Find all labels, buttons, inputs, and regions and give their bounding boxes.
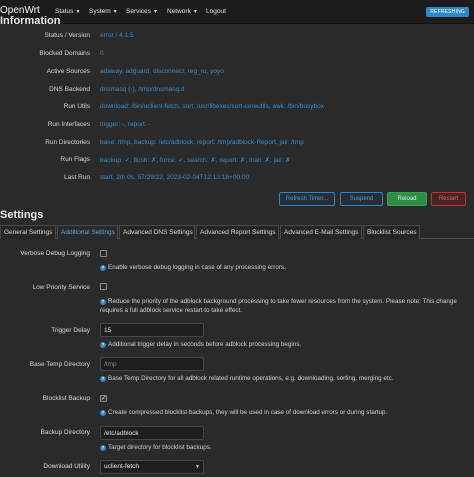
info-label: DNS Backend [49,86,90,93]
low-priority-label: Low Priority Service [32,284,90,291]
question-icon: ? [100,265,106,271]
info-row: DNS Backend dnsmasq (-), /tmp/dnsmasq.d [0,86,474,98]
nav-logout[interactable]: Logout [206,8,226,15]
info-label: Active Sources [46,68,90,75]
refreshing-badge[interactable]: REFRESHING [426,7,469,17]
info-value: trigger: -, report: - [100,121,151,128]
backup-directory-input[interactable] [100,426,204,440]
verbose-logging-label: Verbose Debug Logging [20,250,90,257]
info-value: error / 4.1.5 [100,32,134,39]
info-row: Run Directories base: /tmp, backup: /etc… [0,139,474,151]
info-label: Run Directories [45,139,90,146]
tab-advanced-dns-settings[interactable]: Advanced DNS Settings [119,225,195,239]
chevron-down-icon: ▼ [192,9,198,15]
low-priority-checkbox[interactable] [100,283,107,290]
verbose-logging-help: ? Enable verbose debug logging in case of… [100,264,286,271]
info-label: Run Flags [60,156,90,163]
download-utility-label: Download Utility [43,463,90,470]
question-icon: ? [100,299,106,305]
info-row: Run Interfaces trigger: -, report: - [0,121,474,133]
base-temp-directory-help: ? Base Temp Directory for all adblock rel… [100,375,394,382]
top-navigation-bar: OpenWrt Status ▼ System ▼ Services ▼ Networ… [0,0,474,24]
low-priority-help: ? Reduce the priority of the adblock back… [100,298,457,314]
info-value: dnsmasq (-), /tmp/dnsmasq.d [100,86,185,93]
info-value: backup: ✓, flush: ✗, force: ✓, search: ✗… [100,157,291,164]
chevron-down-icon: ▼ [112,9,118,15]
question-icon: ? [100,410,106,416]
suspend-button[interactable]: Suspend [340,192,383,206]
trigger-delay-input[interactable] [100,323,204,337]
nav-services[interactable]: Services ▼ [126,8,158,15]
info-row: Blocked Domains 0 [0,50,474,62]
chevron-down-icon: ▼ [195,464,200,470]
tab-general-settings[interactable]: General Settings [0,225,56,239]
info-value: base: /tmp, backup: /etc/adblock, report… [100,139,304,146]
nav-network[interactable]: Network ▼ [167,8,198,15]
info-row: Run Flags backup: ✓, flush: ✗, force: ✓,… [0,156,474,168]
trigger-delay-help: ? Additional trigger delay in seconds bef… [100,341,302,348]
verbose-logging-checkbox[interactable] [100,250,107,257]
info-row: Status / Version error / 4.1.5 [0,32,474,44]
chevron-down-icon: ▼ [75,9,81,15]
blocklist-backup-help: ? Create compressed blocklist backups, th… [100,409,388,416]
nav-system[interactable]: System ▼ [89,8,118,15]
info-label: Blocked Domains [39,50,90,57]
question-icon: ? [100,445,106,451]
settings-title: Settings [0,209,44,221]
info-value: download: /bin/uclient-fetch, sort: /usr… [100,103,324,110]
info-value: start, 2m 0s, 57/29/22, 2023-02-04T12:13… [100,174,250,181]
info-label: Last Run [63,174,90,181]
chevron-down-icon: ▼ [152,9,158,15]
information-title: Information [0,15,61,27]
info-value: 0 [100,50,104,57]
trigger-delay-label: Trigger Delay [51,327,90,334]
restart-button[interactable]: Restart [431,192,466,206]
info-label: Status / Version [44,32,90,39]
blocklist-backup-label: Blocklist Backup [42,395,90,402]
nav-status[interactable]: Status ▼ [55,8,80,15]
tab-blocklist-sources[interactable]: Blocklist Sources [363,225,420,239]
tab-advanced-email-settings[interactable]: Advanced E-Mail Settings [280,225,362,239]
info-label: Run Utils [63,103,90,110]
info-row: Active Sources adaway, adguard, disconne… [0,68,474,80]
download-utility-value: uclient-fetch [104,463,140,470]
base-temp-directory-input[interactable] [100,357,204,371]
info-value: adaway, adguard, disconnect, reg_ru, yoy… [100,68,224,75]
refresh-timer-button[interactable]: Refresh Timer... [279,192,335,206]
base-temp-directory-label: Base Temp Directory [29,361,90,368]
blocklist-backup-checkbox[interactable] [100,394,107,402]
question-icon: ? [100,376,106,382]
settings-tabs: General Settings Additional Settings Adv… [0,225,474,239]
backup-directory-label: Backup Directory [40,429,91,436]
info-row: Last Run start, 2m 0s, 57/29/22, 2023-02… [0,174,474,186]
info-label: Run Interfaces [47,121,90,128]
download-utility-select[interactable]: uclient-fetch ▼ [100,460,204,474]
tab-additional-settings[interactable]: Additional Settings [57,225,118,239]
info-row: Run Utils download: /bin/uclient-fetch, … [0,103,474,115]
question-icon: ? [100,342,106,348]
backup-directory-help: ? Target directory for blocklist backups. [100,444,212,451]
reload-button[interactable]: Reload [387,192,427,206]
tab-advanced-report-settings[interactable]: Advanced Report Settings [196,225,279,239]
